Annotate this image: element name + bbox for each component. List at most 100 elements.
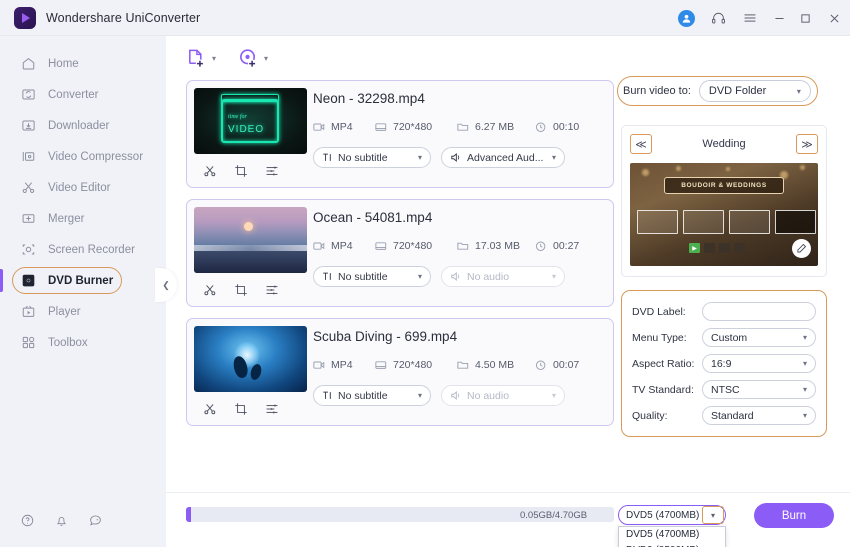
sidebar-item-home[interactable]: Home	[0, 48, 166, 79]
sliders-icon[interactable]	[265, 164, 279, 178]
preview-playback-controls: ▶	[689, 243, 745, 253]
menu-type-select[interactable]: Custom ▾	[702, 328, 816, 347]
setting-quality: Quality: Standard ▾	[632, 404, 816, 427]
folder-icon	[457, 241, 469, 252]
file-metadata: MP4 720*480 6.27 MB 00:10	[313, 121, 613, 133]
disc-type-dropdown-menu[interactable]: DVD5 (4700MB) DVD9 (8500MB) BD25 (25G) B…	[618, 526, 726, 547]
support-button[interactable]	[702, 0, 734, 36]
sliders-icon[interactable]	[265, 402, 279, 416]
scissors-icon[interactable]	[203, 164, 217, 178]
audio-value: No audio	[467, 389, 510, 402]
template-next-button[interactable]: ≫	[796, 134, 818, 154]
preview-chapter-frame	[683, 210, 724, 234]
disc-type-caret-button[interactable]: ▾	[702, 506, 724, 524]
file-info: Scuba Diving - 699.mp4 MP4 720*480 4.50 …	[313, 319, 613, 425]
crop-icon[interactable]	[234, 283, 248, 297]
sidebar-item-video-compressor[interactable]: Video Compressor	[0, 141, 166, 172]
screen-recorder-icon	[20, 241, 37, 258]
subtitle-select[interactable]: No subtitle ▾	[313, 147, 431, 168]
subtitle-select[interactable]: No subtitle ▾	[313, 385, 431, 406]
title-bar-controls	[670, 0, 850, 36]
dvd-menu-preview[interactable]: BOUDOIR & WEDDINGS ▶	[630, 163, 818, 266]
table-row[interactable]: Ocean - 54081.mp4 MP4 720*480 17.03 MB 0…	[186, 199, 614, 307]
bell-icon[interactable]	[54, 513, 70, 529]
chevron-down-icon: ▾	[417, 391, 422, 400]
account-button[interactable]	[670, 0, 702, 36]
sidebar-footer	[0, 495, 166, 547]
setting-value: 16:9	[711, 357, 732, 370]
sidebar-item-downloader[interactable]: Downloader	[0, 110, 166, 141]
chevron-down-icon: ▾	[802, 411, 807, 420]
clock-icon	[535, 360, 547, 371]
tv-standard-select[interactable]: NTSC ▾	[702, 380, 816, 399]
chevron-down-icon: ▾	[802, 359, 807, 368]
quality-select[interactable]: Standard ▾	[702, 406, 816, 425]
maximize-button[interactable]	[792, 0, 818, 36]
file-thumbnail-column: time for VIDEO	[187, 81, 313, 187]
template-prev-button[interactable]: ≪	[630, 134, 652, 154]
burn-button[interactable]: Burn	[754, 503, 834, 528]
thumbnail-art	[194, 251, 307, 273]
close-button[interactable]	[818, 0, 850, 36]
sidebar-item-screen-recorder[interactable]: Screen Recorder	[0, 234, 166, 265]
subtitle-icon	[322, 271, 333, 282]
sidebar-item-label: Player	[48, 305, 81, 318]
clock-icon	[535, 241, 547, 252]
burn-target-row: Burn video to: DVD Folder ▾	[623, 80, 823, 102]
video-thumbnail: time for VIDEO	[194, 88, 307, 154]
dvd-label-input[interactable]	[702, 302, 816, 321]
sidebar-item-merger[interactable]: Merger	[0, 203, 166, 234]
capacity-size-text: 0.05GB/4.70GB	[520, 510, 588, 521]
clock-icon	[535, 122, 547, 133]
file-controls: No subtitle ▾ No audio ▾	[313, 385, 613, 406]
chevron-down-icon: ▾	[796, 86, 801, 96]
file-format: MP4	[331, 121, 353, 133]
file-resolution: 720*480	[393, 240, 433, 252]
setting-dvd-label: DVD Label:	[632, 300, 816, 323]
scissors-icon[interactable]	[203, 283, 217, 297]
aspect-ratio-select[interactable]: 16:9 ▾	[702, 354, 816, 373]
preview-banner-text: BOUDOIR & WEDDINGS	[664, 177, 784, 194]
hamburger-menu-icon	[744, 14, 756, 22]
edit-pencil-icon[interactable]	[792, 239, 811, 258]
sidebar-item-video-editor[interactable]: Video Editor	[0, 172, 166, 203]
sidebar-item-player[interactable]: Player	[0, 296, 166, 327]
sidebar-item-toolbox[interactable]: Toolbox	[0, 327, 166, 358]
audio-value: No audio	[467, 270, 510, 283]
audio-icon	[450, 271, 462, 282]
setting-value: Custom	[711, 331, 748, 344]
disc-icon	[20, 272, 37, 289]
question-circle-icon[interactable]	[20, 513, 36, 529]
toolbox-icon	[20, 334, 37, 351]
file-format: MP4	[331, 240, 353, 252]
sidebar-item-converter[interactable]: Converter	[0, 79, 166, 110]
sliders-icon[interactable]	[265, 283, 279, 297]
subtitle-select[interactable]: No subtitle ▾	[313, 266, 431, 287]
burn-target-select[interactable]: DVD Folder ▾	[698, 80, 811, 102]
file-list: time for VIDEO Neon - 32298.mp4 MP4 720*…	[186, 80, 616, 492]
disc-type-select[interactable]: DVD5 (4700MB) ▾	[618, 505, 726, 525]
table-row[interactable]: time for VIDEO Neon - 32298.mp4 MP4 720*…	[186, 80, 614, 188]
audio-select[interactable]: Advanced Aud... ▾	[441, 147, 565, 168]
table-row[interactable]: Scuba Diving - 699.mp4 MP4 720*480 4.50 …	[186, 318, 614, 426]
logo-mark-icon	[22, 12, 30, 23]
add-disc-button[interactable]: ▾	[238, 48, 268, 69]
crop-icon[interactable]	[234, 402, 248, 416]
sidebar-item-label: Home	[48, 57, 79, 70]
disc-option[interactable]: DVD9 (8500MB)	[619, 543, 725, 547]
add-files-button[interactable]: ▾	[186, 48, 216, 69]
minimize-button[interactable]	[766, 0, 792, 36]
crop-icon[interactable]	[234, 164, 248, 178]
scissors-icon	[20, 179, 37, 196]
disc-option[interactable]: DVD5 (4700MB)	[619, 527, 725, 543]
video-format-icon	[313, 241, 325, 252]
feedback-icon[interactable]	[88, 513, 104, 529]
file-resolution: 720*480	[393, 359, 433, 371]
burn-target-label: Burn video to:	[623, 85, 691, 97]
main-content: ▾ ▾ time for VIDEO Neon - 32298.mp4 MP4 …	[166, 36, 850, 547]
menu-button[interactable]	[734, 0, 766, 36]
scissors-icon[interactable]	[203, 402, 217, 416]
preview-button	[734, 243, 745, 253]
file-actions	[194, 273, 313, 307]
sidebar-item-dvd-burner[interactable]: DVD Burner	[0, 265, 166, 296]
